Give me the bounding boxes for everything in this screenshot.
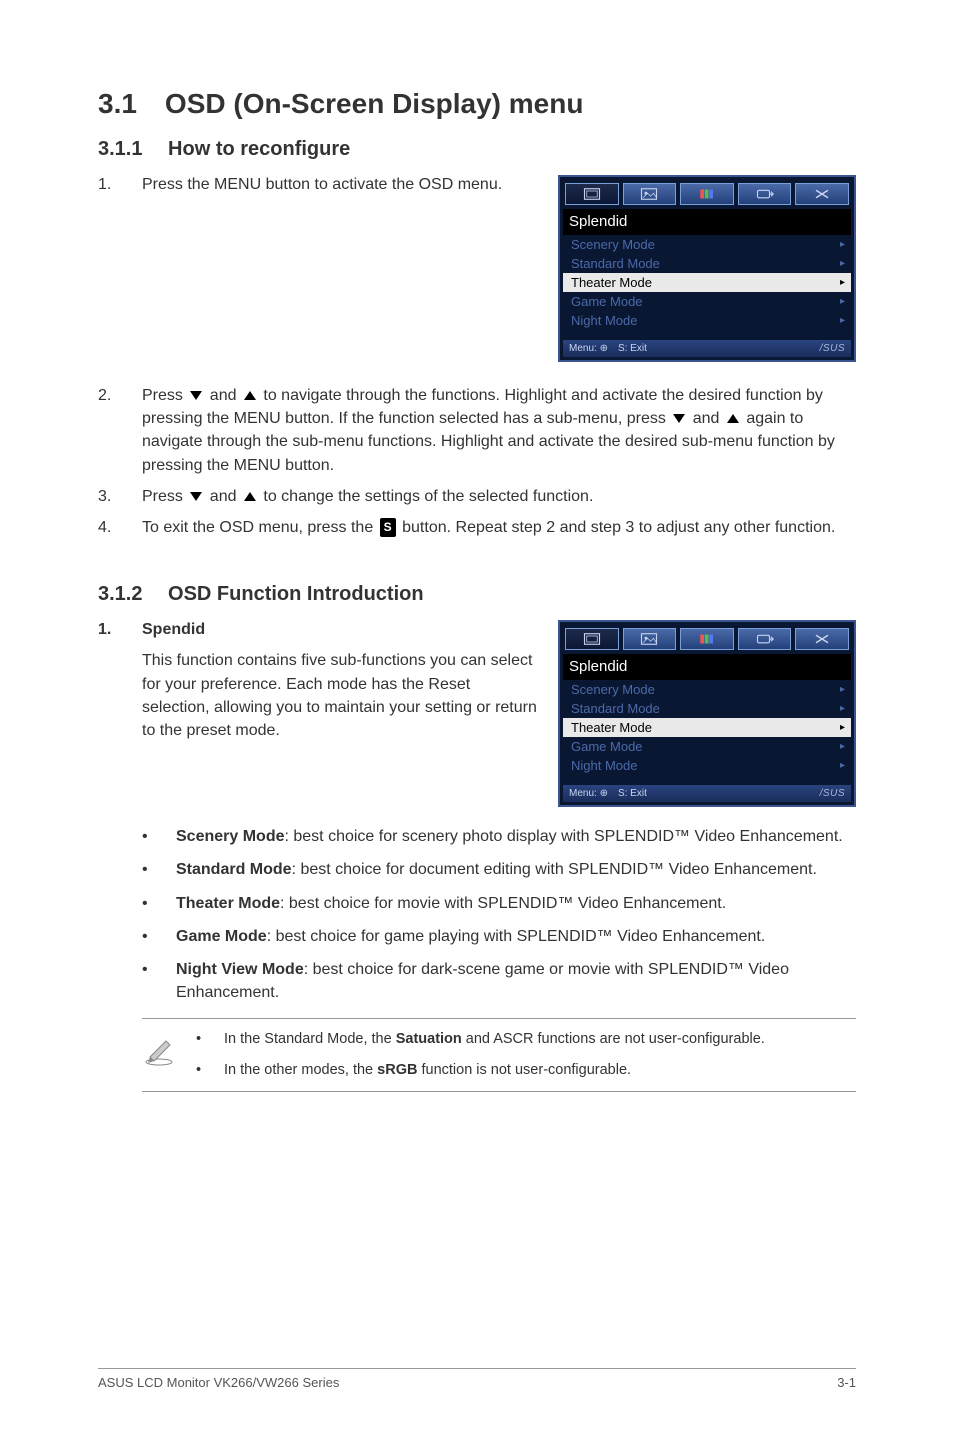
osd-panel-1: Splendid Scenery Mode▸ Standard Mode▸ Th… [558, 175, 856, 362]
osd-brand: /SUS [820, 343, 845, 354]
step1-number: 1. [98, 173, 142, 196]
osd-item-scenery: Scenery Mode▸ [563, 235, 851, 254]
osd-header: Splendid [563, 654, 851, 680]
osd-tab-system-icon [795, 183, 849, 205]
footer-right: 3-1 [837, 1375, 856, 1390]
osd-panel-2: Splendid Scenery Mode▸ Standard Mode▸ Th… [558, 620, 856, 807]
osd-tabs [563, 180, 851, 209]
page-footer: ASUS LCD Monitor VK266/VW266 Series 3-1 [98, 1368, 856, 1390]
step2-number: 2. [98, 384, 142, 477]
step4-number: 4. [98, 516, 142, 539]
osd-tab-splendid-icon [565, 183, 619, 205]
osd-item-theater: Theater Mode▸ [563, 718, 851, 737]
mode-game: Game Mode: best choice for game playing … [142, 925, 856, 948]
mode-theater: Theater Mode: best choice for movie with… [142, 892, 856, 915]
spendid-title: Spendid [142, 621, 205, 638]
s-button-icon: S [380, 518, 396, 537]
section-title: 3.1 OSD (On-Screen Display) menu [98, 88, 856, 120]
osd-tabs [563, 625, 851, 654]
osd-item-game: Game Mode▸ [563, 737, 851, 756]
note-1: In the Standard Mode, the Satuation and … [196, 1029, 856, 1050]
osd-item-theater: Theater Mode▸ [563, 273, 851, 292]
mode-scenery: Scenery Mode: best choice for scenery ph… [142, 825, 856, 848]
down-triangle-icon [190, 492, 202, 501]
step3-number: 3. [98, 485, 142, 508]
subsection-3-1-1: 3.1.1 How to reconfigure [98, 138, 856, 161]
spendid-desc: This function contains five sub-function… [142, 649, 538, 742]
osd-nav-left: Menu: ⊕ S: Exit [569, 788, 647, 799]
mode-standard: Standard Mode: best choice for document … [142, 858, 856, 881]
osd-item-game: Game Mode▸ [563, 292, 851, 311]
osd-header: Splendid [563, 209, 851, 235]
osd-tab-image-icon [623, 628, 677, 650]
osd-item-night: Night Mode▸ [563, 756, 851, 775]
osd-item-standard: Standard Mode▸ [563, 699, 851, 718]
mode-night: Night View Mode: best choice for dark-sc… [142, 958, 856, 1004]
osd-navbar: Menu: ⊕ S: Exit /SUS [563, 785, 851, 802]
up-triangle-icon [244, 391, 256, 400]
osd-item-standard: Standard Mode▸ [563, 254, 851, 273]
note-2: In the other modes, the sRGB function is… [196, 1060, 856, 1081]
down-triangle-icon [673, 414, 685, 423]
step1-text: Press the MENU button to activate the OS… [142, 173, 538, 196]
up-triangle-icon [244, 492, 256, 501]
osd-tab-color-icon [680, 183, 734, 205]
osd-item-scenery: Scenery Mode▸ [563, 680, 851, 699]
osd-tab-input-icon [738, 183, 792, 205]
down-triangle-icon [190, 391, 202, 400]
osd-tab-color-icon [680, 628, 734, 650]
pencil-note-icon [142, 1033, 176, 1072]
osd-nav-left: Menu: ⊕ S: Exit [569, 343, 647, 354]
osd-tab-image-icon [623, 183, 677, 205]
osd-tab-splendid-icon [565, 628, 619, 650]
step3-text: Press and to change the settings of the … [142, 485, 856, 508]
osd-item-night: Night Mode▸ [563, 311, 851, 330]
step4-text: To exit the OSD menu, press the S button… [142, 516, 856, 539]
osd-brand: /SUS [820, 788, 845, 799]
note-box: In the Standard Mode, the Satuation and … [142, 1018, 856, 1092]
osd-navbar: Menu: ⊕ S: Exit /SUS [563, 340, 851, 357]
up-triangle-icon [727, 414, 739, 423]
footer-left: ASUS LCD Monitor VK266/VW266 Series [98, 1375, 339, 1390]
osd-tab-input-icon [738, 628, 792, 650]
spendid-number: 1. [98, 618, 142, 641]
osd-tab-system-icon [795, 628, 849, 650]
step2-text: Press and to navigate through the functi… [142, 384, 856, 477]
subsection-3-1-2: 3.1.2 OSD Function Introduction [98, 583, 856, 606]
